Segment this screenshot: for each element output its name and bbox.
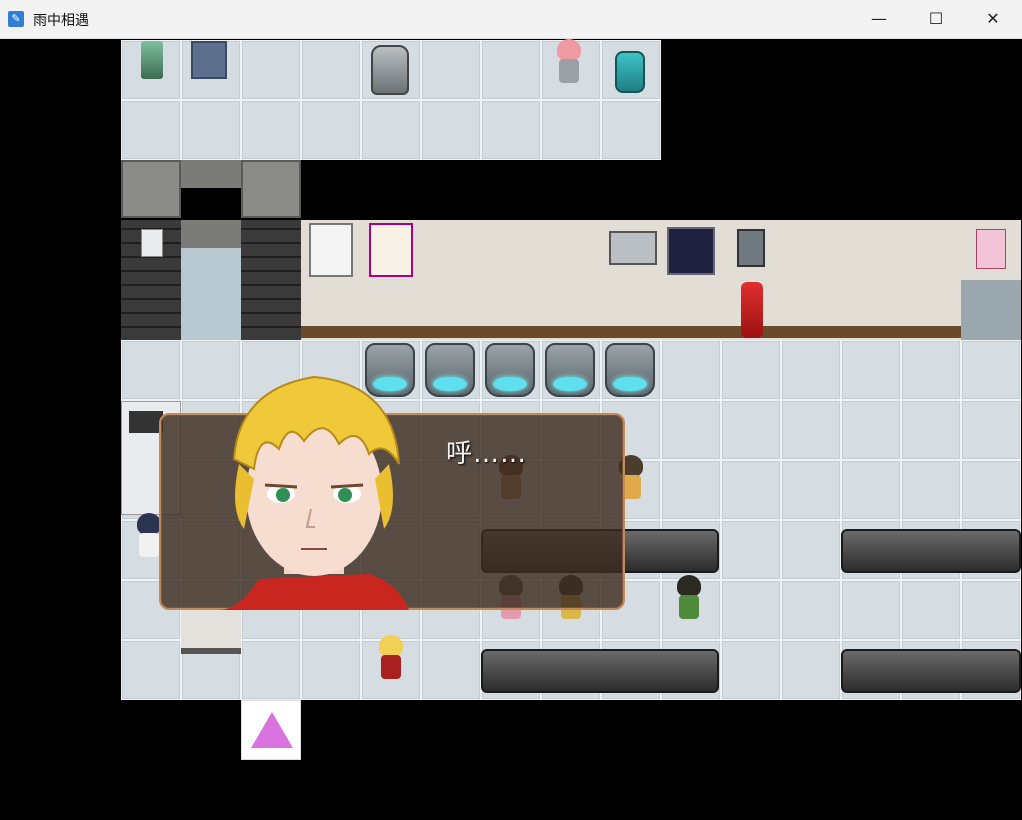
- window-title: 雨中相遇: [33, 13, 89, 29]
- app-icon: ✎: [8, 11, 24, 27]
- floor-tile: [421, 100, 481, 160]
- low-partition: [181, 610, 241, 654]
- bench-3[interactable]: [481, 649, 719, 693]
- floor-tile: [961, 340, 1021, 400]
- floor-tile: [241, 640, 301, 700]
- wall-panel-left: [121, 160, 181, 218]
- floor-tile: [601, 100, 661, 160]
- pink-haired-npc[interactable]: [551, 39, 587, 89]
- floor-tile: [781, 340, 841, 400]
- anatomy-poster-icon: [369, 223, 413, 277]
- light-switch-icon: [737, 229, 765, 267]
- floor-tile: [361, 100, 421, 160]
- floor-tile: [781, 400, 841, 460]
- medical-cart-icon: [191, 41, 227, 79]
- eye-chart-icon: [309, 223, 353, 277]
- doorway-opening[interactable]: [181, 248, 241, 340]
- floor-tile: [121, 100, 181, 160]
- game-viewport[interactable]: •• 呼……: [1, 39, 1021, 819]
- floor-tile: [541, 100, 601, 160]
- floor-tile: [841, 400, 901, 460]
- floor-tile: [421, 640, 481, 700]
- brick-wall-right: [241, 220, 301, 340]
- iv-stand-icon: [141, 41, 163, 79]
- floor-tile: [661, 400, 721, 460]
- bench-2[interactable]: [841, 529, 1021, 573]
- floor-tile: [721, 640, 781, 700]
- fire-extinguisher-icon[interactable]: [741, 282, 763, 338]
- floor-tile: [241, 40, 301, 100]
- waiting-chair-5[interactable]: [605, 343, 655, 397]
- wall-baseboard: [301, 326, 961, 338]
- intercom-panel-icon: [141, 229, 163, 257]
- floor-tile: [721, 460, 781, 520]
- bench-4[interactable]: [841, 649, 1021, 693]
- window-titlebar: ✎ 雨中相遇 — ☐ ✕: [0, 0, 1022, 39]
- floor-tile: [721, 580, 781, 640]
- waiting-npc-5[interactable]: [671, 575, 707, 625]
- floor-tile: [781, 580, 841, 640]
- restroom-sign-icon: [976, 229, 1006, 269]
- floor-tile: [481, 40, 541, 100]
- floor-tile: [421, 40, 481, 100]
- floor-tile: [961, 580, 1021, 640]
- maximize-button[interactable]: ☐: [907, 0, 965, 38]
- floor-tile: [961, 400, 1021, 460]
- wall-panel-right: [241, 160, 301, 218]
- doorway-lintel: [181, 160, 241, 188]
- floor-tile: [841, 460, 901, 520]
- blond-boy-portrait: [199, 369, 429, 610]
- minimize-button[interactable]: —: [850, 0, 908, 38]
- floor-tile: [241, 100, 301, 160]
- portrait-art: [219, 375, 409, 610]
- waiting-chair-2[interactable]: [425, 343, 475, 397]
- waiting-chair-4[interactable]: [545, 343, 595, 397]
- floor-tile: [481, 100, 541, 160]
- floor-tile: [301, 640, 361, 700]
- floor-tile: [661, 460, 721, 520]
- trash-bin-icon: [615, 51, 645, 93]
- calendar-board-icon: [667, 227, 715, 275]
- floor-tile: [721, 520, 781, 580]
- floor-tile: [781, 460, 841, 520]
- close-button[interactable]: ✕: [964, 0, 1022, 38]
- machine-panel-icon: [609, 231, 657, 265]
- gray-chair-icon: [371, 45, 409, 95]
- floor-tile: [121, 640, 181, 700]
- printer-icon: [129, 411, 163, 433]
- alcove-door[interactable]: [961, 280, 1021, 340]
- floor-tile: [721, 340, 781, 400]
- floor-tile: [301, 40, 361, 100]
- doorway-lintel-2: [181, 220, 241, 248]
- floor-tile: [841, 340, 901, 400]
- floor-tile: [901, 340, 961, 400]
- floor-tile: [901, 580, 961, 640]
- floor-tile: [901, 460, 961, 520]
- floor-tile: [961, 460, 1021, 520]
- dialog-box[interactable]: 呼……: [159, 375, 625, 610]
- pink-up-arrow-icon[interactable]: [241, 700, 301, 760]
- floor-tile: [121, 340, 181, 400]
- floor-tile: [721, 400, 781, 460]
- floor-tile: [901, 400, 961, 460]
- waiting-chair-3[interactable]: [485, 343, 535, 397]
- floor-tile: [841, 580, 901, 640]
- floor-tile: [181, 100, 241, 160]
- floor-tile: [301, 100, 361, 160]
- floor-tile: [781, 640, 841, 700]
- dialog-text: 呼……: [446, 439, 528, 469]
- floor-tile: [781, 520, 841, 580]
- floor-tile: [661, 340, 721, 400]
- player-character[interactable]: [373, 635, 409, 685]
